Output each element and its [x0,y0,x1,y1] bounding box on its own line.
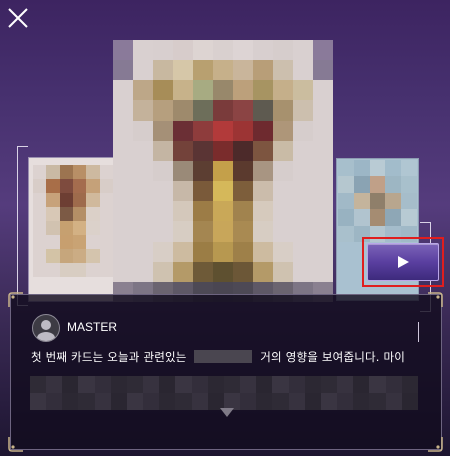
user-avatar-icon [37,320,55,341]
tarot-card-center-art [113,40,333,302]
play-icon [398,256,409,268]
dialog-divider [418,322,419,342]
censored-word [194,350,253,363]
tarot-card-right-art [338,160,417,242]
dialog-text-part2: 거의 영향을 보여줍니다. 마이 [260,350,406,364]
corner-ornament-bottom-right-icon [428,437,443,452]
play-button-face[interactable] [367,243,439,281]
speaker-name: MASTER [67,320,118,334]
dialog-text: 첫 번째 카드는 오늘과 관련있는 거의 영향을 보여줍니다. 마이 [31,349,405,365]
tarot-card-left-art [33,165,113,277]
corner-ornament-top-left-icon [8,292,23,307]
triangle-down-icon[interactable] [220,408,234,417]
play-button[interactable] [362,237,444,287]
dialog-text-part1: 첫 번째 카드는 오늘과 관련있는 [31,350,187,364]
dialog-text-censored [30,376,418,410]
close-icon[interactable] [6,6,30,30]
speaker-avatar [32,314,60,342]
spread-bracket-left [17,146,28,306]
corner-ornament-bottom-left-icon [8,437,23,452]
dialog-box[interactable] [10,294,442,450]
corner-ornament-top-right-icon [428,292,443,307]
